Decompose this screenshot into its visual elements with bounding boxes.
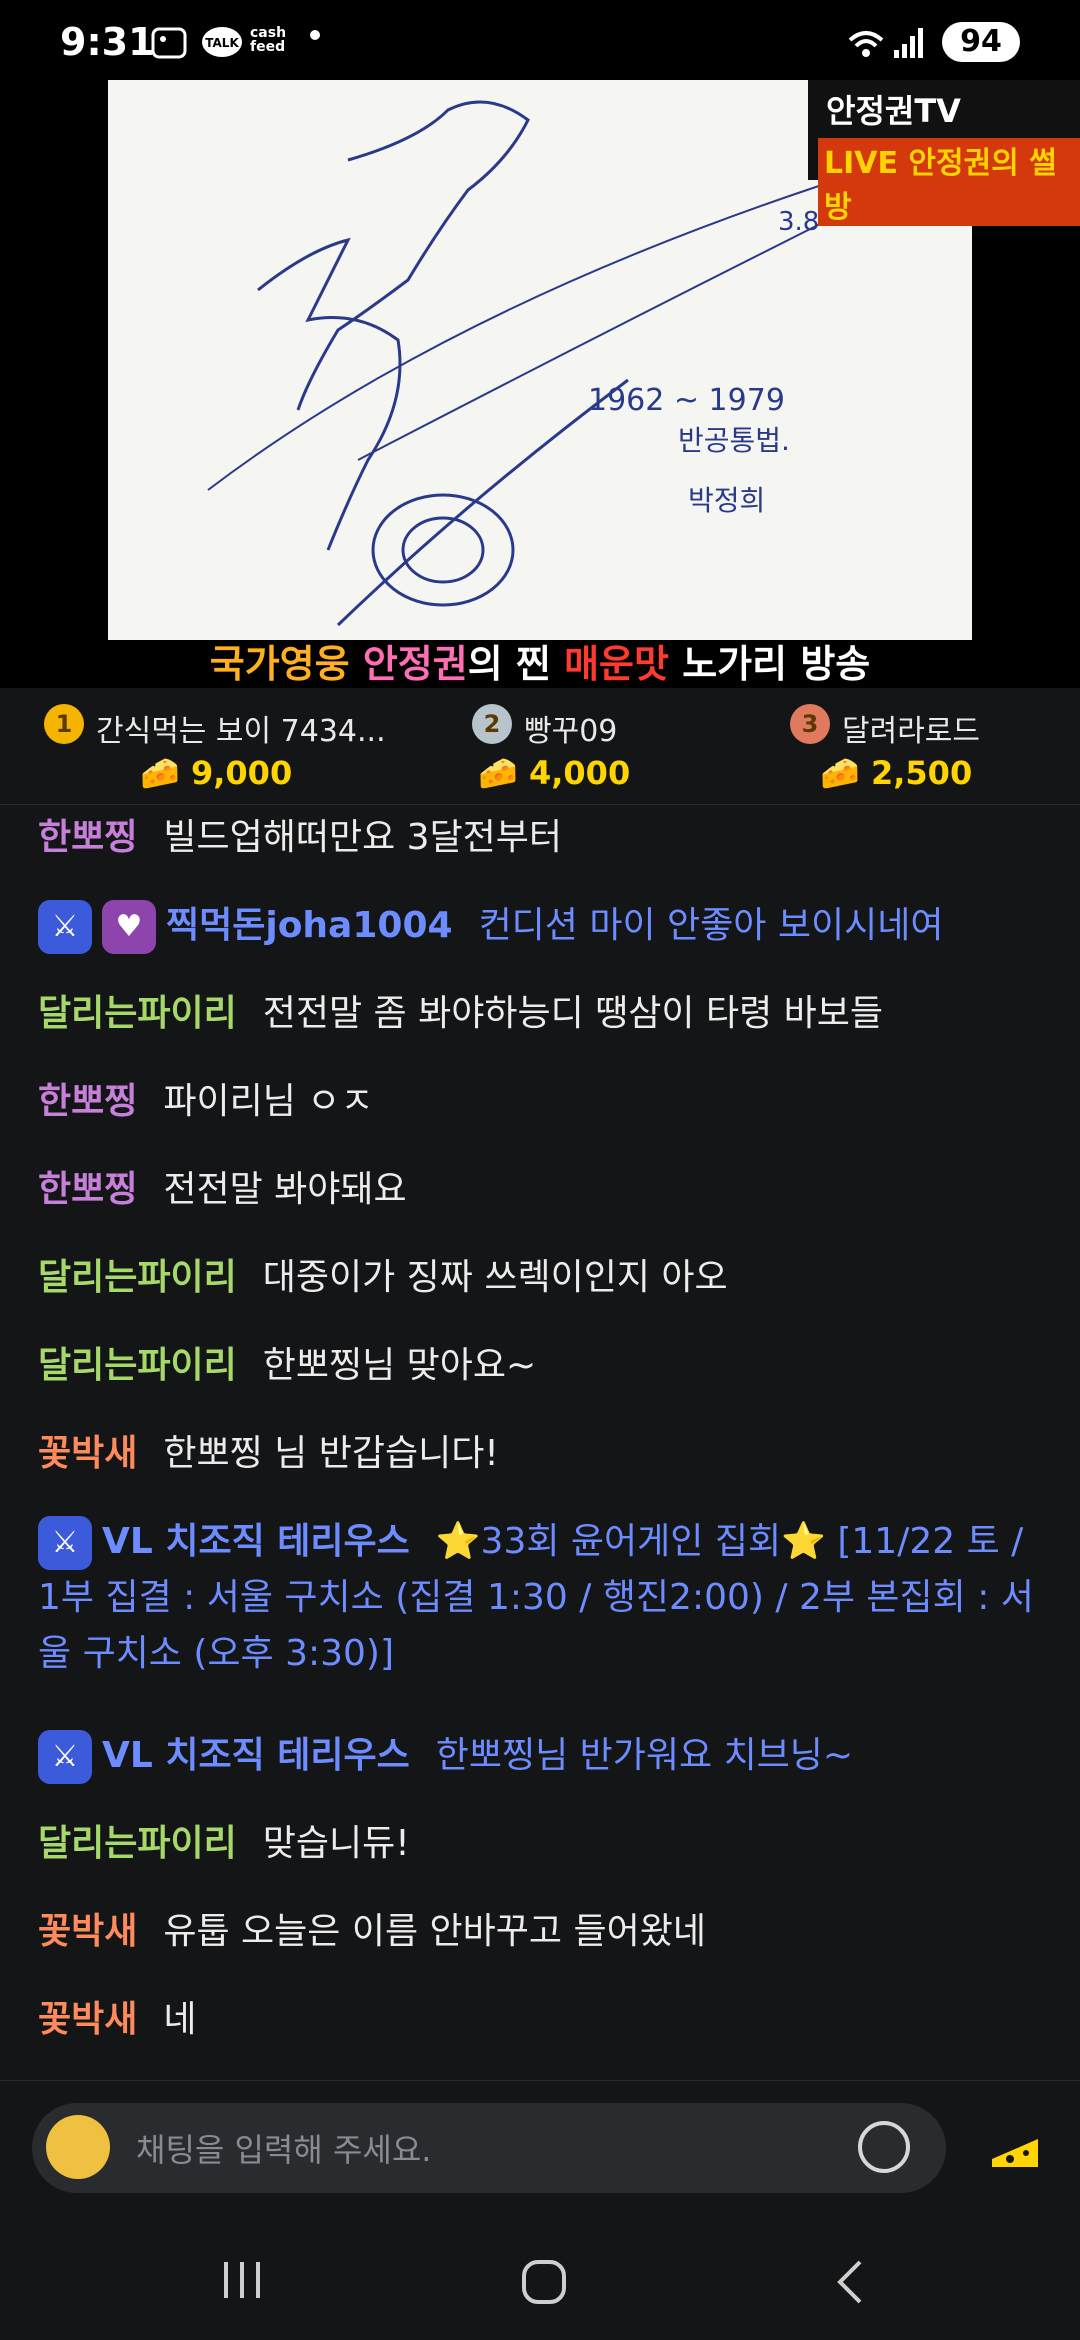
medal-silver-icon: 2 [472,704,512,744]
chat-message: 달리는파이리 전전말 좀 봐야하능디 땡삼이 타령 바보들 [38,986,1048,1042]
chat-text: 네 [163,1999,197,2040]
chat-message: ⚔ VL 치조직 테리우스 한뽀찡님 반가워요 치브닝~ [38,1728,1048,1784]
rank-score: 🧀 2,500 [820,754,973,792]
signal-icon [894,28,923,58]
chat-username[interactable]: 꽃박새 [38,1433,137,1474]
chat-message: 한뽀찡 빌드업해떠만요 3달전부터 [38,810,1048,866]
chat-message: 달리는파이리 대중이가 징짜 쓰렉이인지 아오 [38,1250,1048,1306]
medal-bronze-icon: 3 [790,704,830,744]
donation-ranking: 1 간식먹는 보이 7434... 🧀 9,000 2 빵꾸09 🧀 4,000… [0,688,1080,805]
chat-username[interactable]: 꽃박새 [38,1911,137,1952]
chat-message: 한뽀찡 파이리님 ㅇㅈ [38,1074,1048,1130]
chat-text: 컨디션 마이 안좋아 보이시네여 [478,905,944,946]
chat-input-bar: 채팅을 입력해 주세요. [0,2080,1080,2221]
chat-username[interactable]: 꽃박새 [38,1999,137,2040]
chat-username[interactable]: 한뽀찡 [38,817,137,858]
chat-message: 꽃박새 한뽀찡 님 반갑습니다! [38,1426,1048,1482]
chat-text: 전전말 봐야돼요 [163,1169,407,1210]
board-text-38: 3.8 [778,207,819,237]
wifi-icon [848,31,884,57]
chat-text: 한뽀찡 님 반갑습니다! [163,1433,499,1474]
stream-banner: 국가영웅 안정권의 찐 매운맛 노가리 방송 [0,640,1080,688]
chat-username[interactable]: 달리는파이리 [38,1345,237,1386]
rank-name: 달려라로드 [842,714,980,749]
emoji-icon[interactable] [858,2121,910,2173]
chat-username[interactable]: VL 치조직 테리우스 [102,1521,410,1562]
chat-text: 한뽀찡님 맞아요~ [262,1345,537,1386]
banner-part2: 안정권 [362,642,468,686]
board-text-years: 1962 ~ 1979 [588,383,785,418]
cashfeed-icon: cash feed [250,25,287,55]
chat-username[interactable]: 달리는파이리 [38,1823,237,1864]
medal-gold-icon: 1 [44,704,84,744]
status-bar: 9:31 TALK cash feed 94 [0,0,1080,80]
chat-input-placeholder[interactable]: 채팅을 입력해 주세요. [136,2125,431,2171]
chat-message: 꽃박새 네 [38,1992,1048,2048]
chat-username[interactable]: 달리는파이리 [38,993,237,1034]
chat-username[interactable]: 달리는파이리 [38,1257,237,1298]
chat-text: 유툽 오늘은 이름 안바꾸고 들어왔네 [163,1911,706,1952]
logo-title: 안정권TV [826,92,961,130]
chat-input[interactable]: 채팅을 입력해 주세요. [32,2103,946,2193]
chat-message: 달리는파이리 맞습니듀! [38,1816,1048,1872]
cheese-icon[interactable] [990,2129,1040,2169]
heart-icon: ♥ [102,900,156,954]
rank-name: 빵꾸09 [524,714,618,749]
chat-username[interactable]: 한뽀찡 [38,1081,137,1122]
gallery-icon [151,27,187,59]
back-icon[interactable] [830,2258,870,2306]
chat-username[interactable]: VL 치조직 테리우스 [102,1735,410,1776]
banner-part1: 국가영웅 [209,642,363,686]
video-player[interactable]: 1962 ~ 1979 반공통법. 박정희 3.8 안정권TV LIVE 안정권… [0,80,1080,688]
sword-icon: ⚔ [38,900,92,954]
battery-icon: 94 [942,22,1020,62]
chat-text: 맞습니듀! [262,1823,410,1864]
sword-icon: ⚔ [38,1516,92,1570]
rank-score: 🧀 9,000 [140,754,293,792]
board-text-park: 박정희 [688,484,765,517]
chat-message: 한뽀찡 전전말 봐야돼요 [38,1162,1048,1218]
board-text-law: 반공통법. [678,424,790,457]
chat-text: 한뽀찡님 반가워요 치브닝~ [435,1735,854,1776]
chat-text: 전전말 좀 봐야하능디 땡삼이 타령 바보들 [262,993,883,1034]
banner-part5: 노가리 방송 [668,642,871,686]
talk-icon: TALK [202,27,242,57]
rank-name: 간식먹는 보이 7434... [96,714,386,749]
status-time: 9:31 [60,20,155,64]
talk-label: TALK [205,36,239,50]
chat-text: 대중이가 징짜 쓰렉이인지 아오 [262,1257,728,1298]
logo-live: LIVE 안정권의 썰방 [818,138,1080,226]
avatar[interactable] [46,2115,110,2179]
chat-message: 꽃박새 유툽 오늘은 이름 안바꾸고 들어왔네 [38,1904,1048,1960]
banner-part3: 의 찐 [467,642,565,686]
channel-logo: 안정권TV LIVE 안정권의 썰방 [808,80,1080,226]
chat-message: ⚔ ♥ 찍먹돈joha1004 컨디션 마이 안좋아 보이시네여 [38,898,1048,954]
home-icon[interactable] [520,2258,568,2306]
chat-message: 달리는파이리 한뽀찡님 맞아요~ [38,1338,1048,1394]
chat-message: ⚔ VL 치조직 테리우스 ⭐33회 윤어게인 집회⭐ [11/22 토 / 1부 … [38,1514,1048,1682]
rank-score: 🧀 4,000 [478,754,631,792]
dot-icon [310,30,320,40]
chat-username[interactable]: 찍먹돈joha1004 [166,905,453,946]
chat-text: 빌드업해떠만요 3달전부터 [163,817,563,858]
battery-level: 94 [960,24,1002,59]
banner-part4: 매운맛 [564,642,669,686]
system-nav-bar [0,2220,1080,2340]
sword-icon: ⚔ [38,1730,92,1784]
chat-text: 파이리님 ㅇㅈ [163,1081,374,1122]
recents-icon[interactable] [220,2258,268,2302]
chat-username[interactable]: 한뽀찡 [38,1169,137,1210]
